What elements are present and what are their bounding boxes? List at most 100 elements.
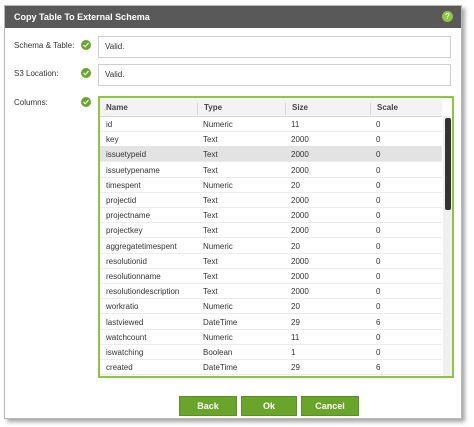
table-row[interactable]: resolutiondescription Text 2000 0 xyxy=(100,283,442,300)
cell-size: 2000 xyxy=(291,272,309,281)
table-row[interactable]: lastviewed DateTime 29 6 xyxy=(100,314,442,330)
table-row[interactable]: created DateTime 29 6 xyxy=(100,359,442,376)
cell-type: Text xyxy=(203,287,218,297)
cell-size: 1 xyxy=(291,348,296,357)
s3-location-value: Valid. xyxy=(105,70,125,79)
cell-size: 2000 xyxy=(291,226,309,236)
cell-scale: 0 xyxy=(376,211,381,221)
cancel-button[interactable]: Cancel xyxy=(301,396,359,416)
column-header-type[interactable]: Type xyxy=(197,103,284,115)
cell-size: 2000 xyxy=(291,256,309,266)
cell-name: issuetypeid xyxy=(106,150,147,160)
cell-size: 2000 xyxy=(291,135,309,145)
table-row[interactable]: id Numeric 11 0 xyxy=(100,116,442,132)
cell-scale: 0 xyxy=(376,196,381,205)
s3-location-field[interactable]: Valid. xyxy=(98,64,451,86)
s3-location-label: S3 Location: xyxy=(14,69,59,78)
cell-size: 20 xyxy=(291,302,300,312)
cell-type: Text xyxy=(203,256,218,266)
column-header-size[interactable]: Size xyxy=(285,103,370,115)
cell-scale: 0 xyxy=(376,150,381,160)
cell-scale: 0 xyxy=(376,256,381,266)
cell-name: resolutionid xyxy=(106,256,147,266)
cell-scale: 0 xyxy=(376,135,381,145)
cell-type: Numeric xyxy=(203,180,233,190)
cell-scale: 0 xyxy=(376,348,381,357)
cell-scale: 0 xyxy=(376,180,381,190)
table-row[interactable]: projectkey Text 2000 0 xyxy=(100,222,442,239)
cell-name: iswatching xyxy=(106,348,144,357)
table-row[interactable]: workratio Numeric 20 0 xyxy=(100,298,442,315)
cell-type: Text xyxy=(203,272,218,281)
cell-name: resolutionname xyxy=(106,272,161,281)
cell-type: DateTime xyxy=(203,317,238,327)
table-row[interactable]: timespent Numeric 20 0 xyxy=(100,177,442,193)
cell-name: projectname xyxy=(106,211,151,221)
cell-size: 11 xyxy=(291,120,300,129)
cell-type: Text xyxy=(203,150,218,160)
cell-name: id xyxy=(106,120,113,129)
dialog-title: Copy Table To External Schema xyxy=(14,12,150,22)
cell-scale: 0 xyxy=(376,120,381,129)
cell-type: Text xyxy=(203,135,218,145)
cell-name: resolutiondescription xyxy=(106,287,180,297)
table-row[interactable]: aggregatetimespent Numeric 20 0 xyxy=(100,238,442,254)
cell-name: projectid xyxy=(106,196,137,205)
table-row[interactable]: iswatching Boolean 1 0 xyxy=(100,344,442,360)
cell-scale: 0 xyxy=(376,241,381,251)
table-row[interactable]: resolutionid Text 2000 0 xyxy=(100,253,442,269)
cell-type: Numeric xyxy=(203,120,233,129)
columns-valid-check-icon xyxy=(81,97,91,107)
table-row[interactable]: issuetypeid Text 2000 0 xyxy=(100,146,442,163)
table-row[interactable]: key Text 2000 0 xyxy=(100,131,442,148)
ok-button[interactable]: Ok xyxy=(241,396,297,416)
schema-table-value: Valid. xyxy=(105,42,125,51)
cell-type: Text xyxy=(203,226,218,236)
cell-size: 2000 xyxy=(291,150,309,160)
table-row[interactable]: resolutionname Text 2000 0 xyxy=(100,268,442,284)
cell-name: timespent xyxy=(106,180,141,190)
cell-size: 2000 xyxy=(291,165,309,175)
help-icon[interactable]: ? xyxy=(442,11,453,22)
cell-size: 20 xyxy=(291,241,300,251)
cell-scale: 0 xyxy=(376,272,381,281)
cell-size: 29 xyxy=(291,317,300,327)
column-header-name[interactable]: Name xyxy=(100,103,196,115)
cell-size: 11 xyxy=(291,332,300,342)
cell-size: 20 xyxy=(291,180,300,190)
columns-grid[interactable]: Name Type Size Scale id Numeric 11 0 key Text… xyxy=(98,96,454,378)
table-row[interactable]: issuetypename Text 2000 0 xyxy=(100,162,442,178)
cell-type: DateTime xyxy=(203,363,238,373)
back-button[interactable]: Back xyxy=(179,396,237,416)
columns-label: Columns: xyxy=(14,98,48,107)
s3-valid-check-icon xyxy=(81,68,91,78)
column-header-scale[interactable]: Scale xyxy=(370,103,437,115)
copy-table-dialog: Copy Table To External Schema ? Schema &… xyxy=(4,5,462,419)
grid-scrollbar-thumb[interactable] xyxy=(445,118,451,210)
table-row[interactable]: projectname Text 2000 0 xyxy=(100,207,442,224)
cell-size: 2000 xyxy=(291,196,309,205)
cell-type: Numeric xyxy=(203,241,233,251)
cell-scale: 0 xyxy=(376,302,381,312)
cell-name: workratio xyxy=(106,302,139,312)
dialog-titlebar[interactable]: Copy Table To External Schema ? xyxy=(5,6,461,28)
cell-type: Text xyxy=(203,211,218,221)
cell-name: projectkey xyxy=(106,226,143,236)
cell-scale: 0 xyxy=(376,332,381,342)
cell-scale: 6 xyxy=(376,317,381,327)
grid-header: Name Type Size Scale xyxy=(100,98,442,117)
cell-scale: 0 xyxy=(376,287,381,297)
cell-name: watchcount xyxy=(106,332,147,342)
cell-name: created xyxy=(106,363,133,373)
schema-table-field[interactable]: Valid. xyxy=(98,36,451,58)
cell-type: Numeric xyxy=(203,332,233,342)
table-row[interactable]: watchcount Numeric 11 0 xyxy=(100,329,442,345)
table-row[interactable]: projectid Text 2000 0 xyxy=(100,192,442,208)
cell-size: 29 xyxy=(291,363,300,373)
cell-type: Numeric xyxy=(203,302,233,312)
cell-name: aggregatetimespent xyxy=(106,241,177,251)
schema-valid-check-icon xyxy=(81,40,91,50)
cell-name: lastviewed xyxy=(106,317,144,327)
cell-scale: 0 xyxy=(376,165,381,175)
cell-size: 2000 xyxy=(291,287,309,297)
